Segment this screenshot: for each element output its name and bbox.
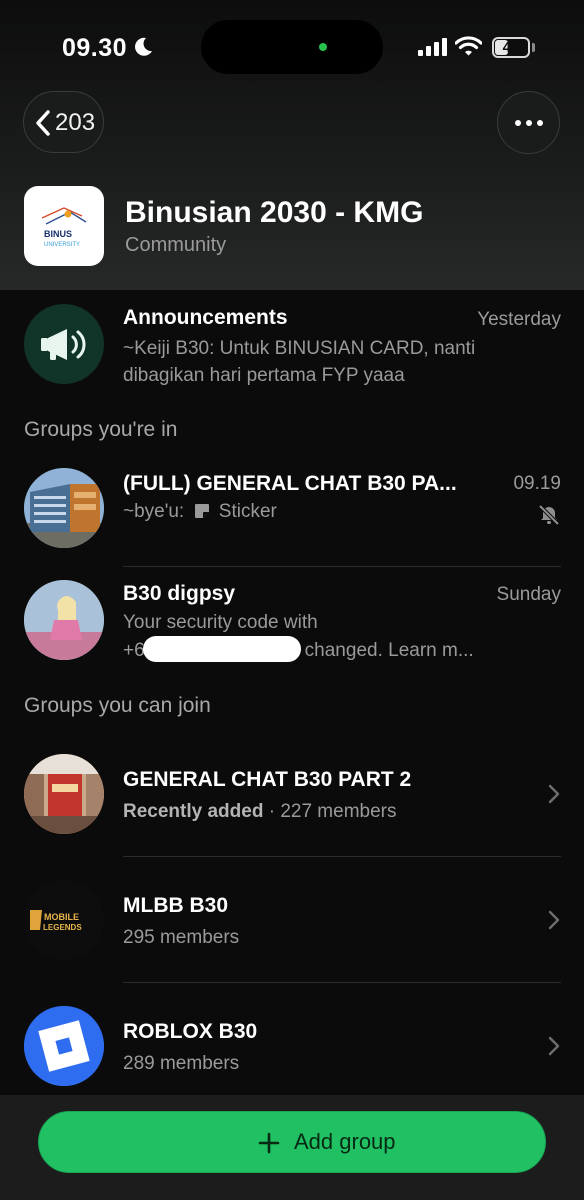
moon-icon (132, 36, 154, 63)
back-button[interactable]: 203 (23, 91, 104, 153)
battery-text: 40 (502, 39, 520, 56)
roblox-logo-icon (24, 1006, 104, 1086)
redaction-mark (142, 636, 301, 662)
chevron-right-icon (548, 1036, 560, 1061)
group-preview-1: Your security code with (123, 612, 318, 633)
group-time: 09.19 (513, 473, 561, 494)
logo-text-binus: BINUS (44, 229, 72, 239)
phone-suffix: changed. Learn m... (304, 640, 474, 662)
divider (123, 982, 561, 983)
group-members: 227 members (280, 801, 397, 822)
battery-cap (532, 43, 535, 52)
announcements-message-1: Untuk BINUSIAN CARD, nanti (219, 338, 476, 359)
plus-icon (258, 1132, 280, 1154)
divider (123, 566, 561, 567)
mobile-legends-logo-icon: MOBILE LEGENDS (24, 880, 104, 960)
mall-photo-icon (24, 754, 104, 834)
announcements-row[interactable]: Announcements Yesterday ~Keiji B30: Untu… (0, 300, 584, 395)
bottom-bar: Add group (0, 1095, 584, 1200)
group-name: B30 digpsy (123, 582, 236, 605)
signal-icon (418, 38, 448, 61)
announcements-preview-1: ~Keiji B30: Untuk BINUSIAN CARD, nanti (123, 338, 475, 360)
dynamic-island (201, 20, 383, 74)
group-members: 295 members (123, 927, 240, 948)
building-photo-icon (24, 468, 104, 548)
section-groups-join: Groups you can join (24, 694, 211, 717)
announcements-time: Yesterday (477, 309, 561, 330)
group-avatar (24, 468, 104, 548)
add-group-button[interactable]: Add group (38, 1111, 546, 1173)
group-avatar (24, 754, 104, 834)
more-button[interactable] (497, 91, 560, 154)
announcements-avatar (24, 304, 104, 384)
megaphone-icon (41, 329, 86, 360)
group-avatar (24, 1006, 104, 1086)
group-preview: ~bye'u: Sticker (123, 501, 277, 523)
more-horizontal-icon (515, 120, 543, 126)
battery-icon: 40 (492, 37, 530, 58)
group-name: GENERAL CHAT B30 PART 2 (123, 768, 412, 791)
group-name: MLBB B30 (123, 894, 229, 917)
group-avatar (24, 580, 104, 660)
group-time: Sunday (496, 584, 561, 605)
group-meta: Recently added · 227 members (123, 801, 397, 823)
joinable-group-row[interactable]: ROBLOX B30 289 members (0, 992, 584, 1095)
status-bar: 09.30 40 (0, 0, 584, 95)
group-name: (FULL) GENERAL CHAT B30 PA... (123, 472, 457, 495)
person-photo-icon (24, 580, 104, 660)
status-time: 09.30 (62, 34, 128, 62)
recently-added-tag: Recently added (123, 801, 264, 822)
group-row[interactable]: (FULL) GENERAL CHAT B30 PA... 09.19 ~bye… (0, 460, 584, 566)
chevron-right-icon (548, 910, 560, 935)
announcements-sender: ~Keiji B30: (123, 338, 215, 359)
divider (123, 856, 561, 857)
group-message: Sticker (218, 501, 277, 522)
group-sender: ~bye'u: (123, 501, 185, 522)
group-name: ROBLOX B30 (123, 1020, 258, 1043)
logo-text-mobile: MOBILE (44, 912, 79, 922)
binus-logo-icon: BINUS UNIVERSITY (41, 207, 87, 248)
group-avatar: MOBILE LEGENDS (24, 880, 104, 960)
sticker-icon (195, 504, 210, 518)
announcements-title: Announcements (123, 306, 288, 329)
logo-text-university: UNIVERSITY (44, 242, 80, 248)
chevron-right-icon (548, 784, 560, 809)
wifi-icon (454, 36, 483, 62)
group-preview-2: +6 changed. Learn m... (123, 636, 474, 662)
phone-prefix: +6 (123, 640, 145, 662)
logo-text-legends: LEGENDS (43, 923, 82, 932)
announcements-message-2: dibagikan hari pertama FYP yaaa (123, 365, 405, 386)
community-type: Community (125, 234, 227, 256)
joinable-group-row[interactable]: GENERAL CHAT B30 PART 2 Recently added ·… (0, 740, 584, 856)
section-groups-in: Groups you're in (24, 418, 178, 441)
joinable-group-row[interactable]: MOBILE LEGENDS MLBB B30 295 members (0, 866, 584, 982)
back-count: 203 (55, 109, 96, 136)
bell-off-icon (538, 504, 560, 531)
group-row[interactable]: B30 digpsy Sunday Your security code wit… (0, 576, 584, 668)
camera-indicator (319, 43, 327, 51)
chevron-left-icon (36, 110, 50, 136)
meta-separator: · (268, 801, 276, 822)
group-members: 289 members (123, 1053, 240, 1074)
community-name: Binusian 2030 - KMG (125, 196, 424, 229)
community-logo[interactable]: BINUS UNIVERSITY (24, 186, 104, 266)
add-group-label: Add group (294, 1129, 396, 1154)
